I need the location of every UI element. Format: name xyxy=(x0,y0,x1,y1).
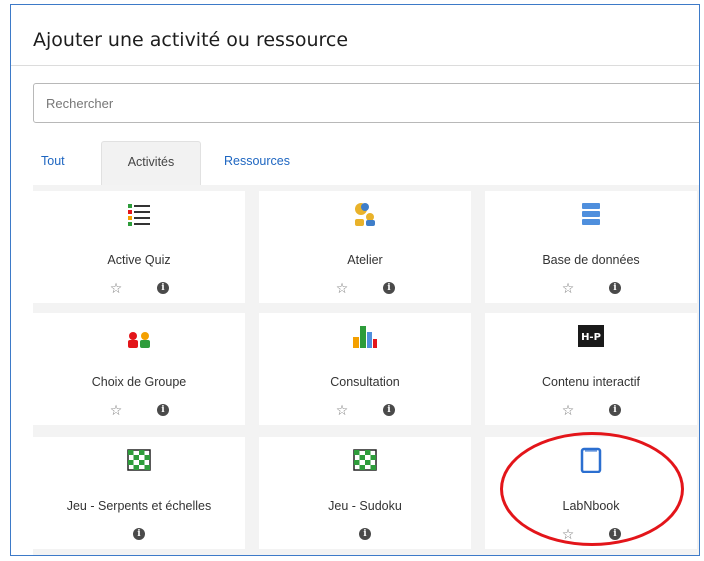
info-icon[interactable]: i xyxy=(609,404,621,416)
star-icon[interactable]: ☆ xyxy=(561,281,575,297)
h5p-icon: H-P xyxy=(578,323,604,349)
card-name: Jeu - Serpents et échelles xyxy=(66,499,212,513)
info-icon[interactable]: i xyxy=(609,528,621,540)
card-jeu-serpents-et-echelles[interactable]: Jeu - Serpents et échelles i xyxy=(33,437,245,549)
star-icon[interactable]: ☆ xyxy=(561,403,575,419)
card-choix-de-groupe[interactable]: Choix de Groupe ☆ i xyxy=(33,313,245,425)
star-icon[interactable]: ☆ xyxy=(335,281,349,297)
search-input[interactable] xyxy=(33,83,699,123)
card-contenu-interactif[interactable]: H-P Contenu interactif ☆ i xyxy=(485,313,697,425)
info-icon[interactable]: i xyxy=(609,282,621,294)
bar-chart-icon xyxy=(352,323,378,349)
info-icon[interactable]: i xyxy=(383,404,395,416)
activity-grid: Active Quiz ☆ i Atelier ☆ i Base de donn… xyxy=(33,185,699,555)
dialog-title: Ajouter une activité ou ressource xyxy=(33,29,349,51)
info-icon[interactable]: i xyxy=(133,528,145,540)
info-icon[interactable]: i xyxy=(157,282,169,294)
tab-activities[interactable]: Activités xyxy=(101,141,201,185)
card-name: Active Quiz xyxy=(107,253,171,267)
dialog-header: Ajouter une activité ou ressource xyxy=(11,5,699,66)
star-icon[interactable]: ☆ xyxy=(335,403,349,419)
card-name: Consultation xyxy=(330,375,400,389)
card-name: LabNbook xyxy=(562,499,620,513)
card-consultation[interactable]: Consultation ☆ i xyxy=(259,313,471,425)
svg-text:H-P: H-P xyxy=(581,332,601,343)
card-name: Choix de Groupe xyxy=(91,375,187,389)
card-base-de-donnees[interactable]: Base de données ☆ i xyxy=(485,191,697,303)
card-name: Base de données xyxy=(542,253,640,267)
star-icon[interactable]: ☆ xyxy=(109,403,123,419)
list-icon xyxy=(126,201,152,227)
info-icon[interactable]: i xyxy=(359,528,371,540)
tab-resources[interactable]: Ressources xyxy=(224,141,290,185)
card-jeu-sudoku[interactable]: Jeu - Sudoku i xyxy=(259,437,471,549)
notebook-icon xyxy=(578,447,604,473)
sudoku-board-icon xyxy=(352,447,378,473)
card-name: Jeu - Sudoku xyxy=(328,499,402,513)
group-choice-icon xyxy=(126,323,152,349)
info-icon[interactable]: i xyxy=(157,404,169,416)
card-labnbook[interactable]: LabNbook ☆ i xyxy=(485,437,697,549)
star-icon[interactable]: ☆ xyxy=(561,527,575,543)
info-icon[interactable]: i xyxy=(383,282,395,294)
card-atelier[interactable]: Atelier ☆ i xyxy=(259,191,471,303)
tab-all[interactable]: Tout xyxy=(41,141,65,185)
add-activity-dialog: Ajouter une activité ou ressource Tout A… xyxy=(10,4,700,556)
card-name: Atelier xyxy=(347,253,383,267)
database-icon xyxy=(578,201,604,227)
workshop-icon xyxy=(352,201,378,227)
star-icon[interactable]: ☆ xyxy=(109,281,123,297)
card-name: Contenu interactif xyxy=(542,375,640,389)
card-active-quiz[interactable]: Active Quiz ☆ i xyxy=(33,191,245,303)
snakes-ladders-board-icon xyxy=(126,447,152,473)
